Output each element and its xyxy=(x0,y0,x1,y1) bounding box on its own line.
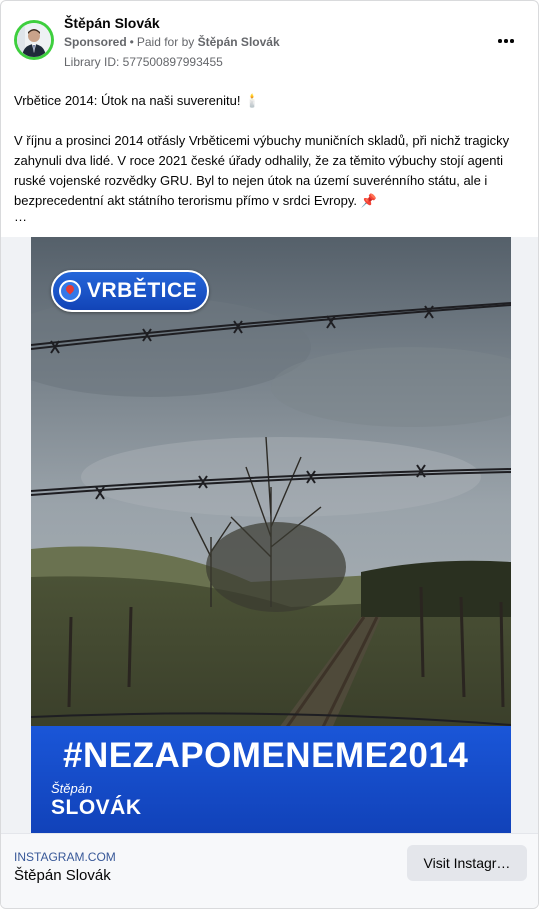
author-name[interactable]: Štěpán Slovák xyxy=(64,15,160,31)
ad-card: Štěpán Slovák Sponsored • Paid for by Štěp… xyxy=(0,0,539,909)
more-horizontal-icon[interactable] xyxy=(494,29,518,53)
hashtag-banner: #NEZAPOMENEME2014 Štěpán SLOVÁK xyxy=(31,726,511,833)
post-paragraph: V říjnu a prosinci 2014 otřásly Vrbětice… xyxy=(14,133,510,208)
media-container: VRBĚTICE #NEZAPOMENEME2014 Štěpán SLOVÁK xyxy=(1,237,538,833)
library-id: Library ID: 577500897993455 xyxy=(64,55,223,69)
link-footer[interactable]: INSTAGRAM.COM Štěpán Slovák Visit Instag… xyxy=(1,833,538,908)
logo-last-name: SLOVÁK xyxy=(51,796,142,819)
link-title: Štěpán Slovák xyxy=(14,867,111,884)
post-header: Štěpán Slovák Sponsored • Paid for by Štěp… xyxy=(1,1,538,81)
link-domain: INSTAGRAM.COM xyxy=(14,850,116,864)
location-pin-icon xyxy=(59,280,81,302)
post-body: Vrbětice 2014: Útok na naši suverenitu! … xyxy=(14,91,524,211)
ad-image[interactable]: VRBĚTICE #NEZAPOMENEME2014 Štěpán SLOVÁK xyxy=(31,237,511,833)
logo-first-name: Štěpán xyxy=(51,781,93,796)
hashtag-text: #NEZAPOMENEME2014 xyxy=(63,736,469,775)
sponsored-label: Sponsored xyxy=(64,35,127,49)
sponsored-line: Sponsored • Paid for by Štěpán Slovák xyxy=(64,35,280,49)
see-more-ellipsis[interactable]: … xyxy=(14,209,27,224)
visit-instagram-button[interactable]: Visit Instagr… xyxy=(407,845,527,881)
payer-name[interactable]: Štěpán Slovák xyxy=(198,35,280,49)
paid-prefix: Paid for by xyxy=(136,35,195,49)
avatar[interactable] xyxy=(14,20,54,60)
avatar-photo xyxy=(17,23,51,57)
location-pill-text: VRBĚTICE xyxy=(87,279,198,302)
post-headline: Vrbětice 2014: Útok na naši suverenitu! … xyxy=(14,93,261,108)
location-pill: VRBĚTICE xyxy=(51,270,210,312)
